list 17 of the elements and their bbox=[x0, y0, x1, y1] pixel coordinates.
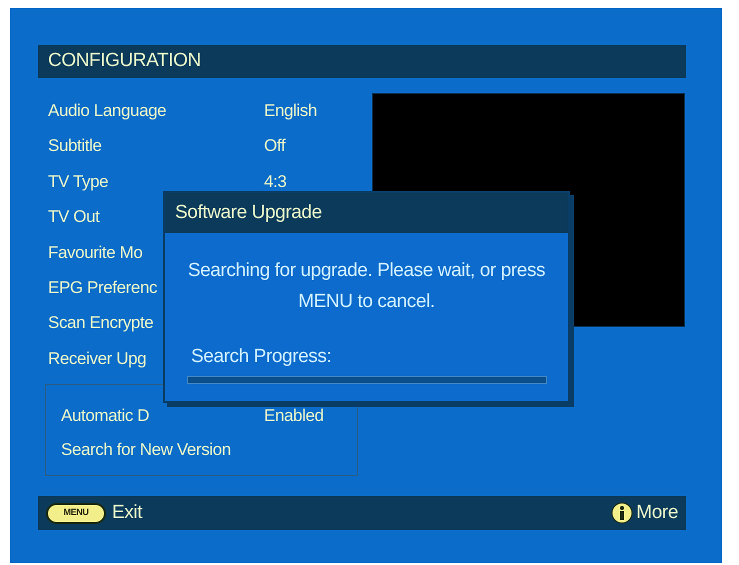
menu-key: MENU bbox=[46, 502, 106, 524]
info-icon bbox=[611, 502, 634, 524]
dialog-message: Searching for upgrade. Please wait, or press MENU to cancel. bbox=[186, 259, 546, 314]
setting-label[interactable]: TV Type bbox=[48, 168, 264, 194]
menu-title: CONFIGURATION bbox=[48, 49, 201, 74]
more-hint: More bbox=[636, 500, 678, 525]
setting-label[interactable]: Subtitle bbox=[48, 133, 264, 159]
setting-value: Off bbox=[264, 135, 286, 158]
setting-label[interactable]: Audio Language bbox=[48, 98, 264, 124]
setting-value: 4:3 bbox=[264, 170, 286, 193]
exit-hint: Exit bbox=[112, 500, 142, 525]
setting-value: English bbox=[264, 100, 317, 122]
dialog-title: Software Upgrade bbox=[175, 200, 322, 225]
progress-label: Search Progress: bbox=[191, 345, 332, 369]
submenu-item[interactable]: Search for New Version bbox=[61, 437, 264, 463]
submenu-item[interactable]: Automatic D bbox=[61, 403, 264, 429]
submenu-value: Enabled bbox=[264, 405, 324, 428]
